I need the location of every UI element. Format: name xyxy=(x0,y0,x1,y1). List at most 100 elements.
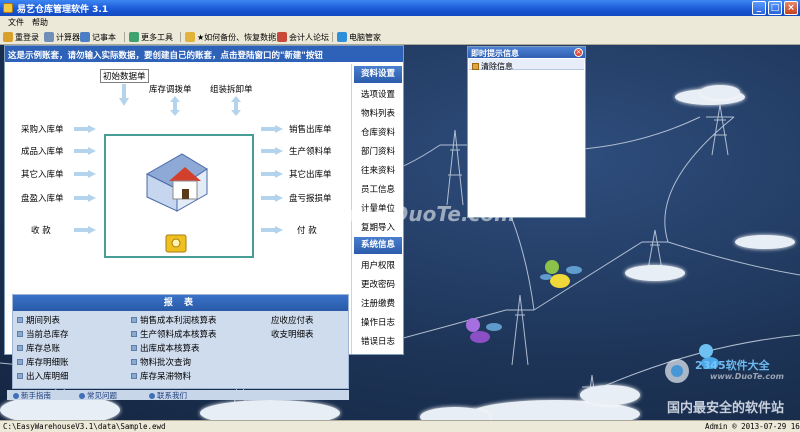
backup-help-button[interactable]: ★如何备份、恢复数据 xyxy=(185,31,276,43)
sidebar-item-warehouses[interactable]: 仓库资料 xyxy=(354,126,402,138)
stock-transfer-entry[interactable]: 库存调拨单 xyxy=(149,83,192,95)
report-stock-ledger[interactable]: 库存总账 xyxy=(17,342,60,354)
toolbar-separator xyxy=(332,32,333,42)
initial-data-entry[interactable]: 初始数据单 xyxy=(100,69,149,83)
toolbar-separator xyxy=(124,32,125,42)
arrow-right xyxy=(261,170,283,178)
pc-manager-label: 电脑管家 xyxy=(349,32,381,42)
sales-out-entry[interactable]: 销售出库单 xyxy=(289,123,332,135)
receipt-entry[interactable]: 收 款 xyxy=(31,224,51,236)
main-panel: 这是示例账套，请勿输入实际数据，要创建自己的账套，点击登陆窗口的"新建"按钮 初… xyxy=(4,45,404,400)
sidebar-item-options[interactable]: 选项设置 xyxy=(354,88,402,100)
report-label: 应收应付表 xyxy=(271,316,314,326)
menu-help[interactable]: 帮助 xyxy=(32,17,48,28)
pc-manager-button[interactable]: 电脑管家 xyxy=(337,31,381,43)
user-datetime: Admin ® 2013-07-29 16:20 xyxy=(705,422,800,431)
faq-link[interactable]: 常见问题 xyxy=(79,390,117,401)
sidebar-item-employees[interactable]: 员工信息 xyxy=(354,183,402,195)
backup-help-label: ★如何备份、恢复数据 xyxy=(197,32,277,42)
cloud xyxy=(420,407,490,420)
close-button[interactable]: × xyxy=(784,1,798,15)
clear-messages-button[interactable]: 清除信息 xyxy=(472,61,513,72)
payment-entry[interactable]: 付 款 xyxy=(297,224,317,236)
notice-close-icon[interactable]: × xyxy=(574,48,583,57)
report-icon xyxy=(17,331,23,337)
notepad-icon xyxy=(80,32,90,42)
surplus-in-entry[interactable]: 盘盈入库单 xyxy=(21,192,64,204)
sidebar-item-permissions[interactable]: 用户权限 xyxy=(354,259,402,271)
cloud xyxy=(580,385,640,405)
link-label: 常见问题 xyxy=(87,391,117,400)
report-production-cost[interactable]: 生产领料成本核算表 xyxy=(131,328,217,340)
loss-entry[interactable]: 盘亏报损单 xyxy=(289,192,332,204)
faq-icon xyxy=(79,392,85,399)
pc-manager-icon xyxy=(337,32,347,42)
link-label: 新手指南 xyxy=(21,391,51,400)
beginner-guide-link[interactable]: 新手指南 xyxy=(13,390,51,401)
report-batch-query[interactable]: 物料批次查询 xyxy=(131,356,191,368)
report-out-cost[interactable]: 出库成本核算表 xyxy=(131,342,200,354)
report-label: 库存明细账 xyxy=(26,358,69,368)
menu-file[interactable]: 文件 xyxy=(8,17,24,28)
calculator-button[interactable]: 计算器 xyxy=(44,31,80,43)
reports-section: 报 表 期间列表 销售成本利润核算表 应收应付表 当前总库存 生产领料成本核算表… xyxy=(12,294,349,389)
power-tower xyxy=(506,294,534,366)
notepad-button[interactable]: 记事本 xyxy=(80,31,116,43)
report-label: 生产领料成本核算表 xyxy=(140,330,217,340)
clear-icon xyxy=(472,63,479,70)
production-pick-entry[interactable]: 生产领料单 xyxy=(289,145,332,157)
sidebar-item-contacts[interactable]: 往来资料 xyxy=(354,164,402,176)
cloud xyxy=(625,265,685,281)
report-income-expense[interactable]: 收支明细表 xyxy=(271,328,314,340)
report-icon xyxy=(17,345,23,351)
sidebar-item-error-log[interactable]: 错误日志 xyxy=(354,335,402,347)
sidebar-item-registration[interactable]: 注册缴费 xyxy=(354,297,402,309)
arrow-right xyxy=(261,226,283,234)
bottom-links: 新手指南 常见问题 联系我们 xyxy=(7,390,349,400)
more-tools-label: 更多工具 xyxy=(141,32,173,42)
sidebar-item-materials[interactable]: 物料列表 xyxy=(354,107,402,119)
forum-button[interactable]: 会计人论坛 xyxy=(277,31,329,43)
calculator-label: 计算器 xyxy=(56,32,80,42)
sidebar-item-operation-log[interactable]: 操作日志 xyxy=(354,316,402,328)
clear-messages-label: 清除信息 xyxy=(481,62,513,71)
report-current-stock[interactable]: 当前总库存 xyxy=(17,328,69,340)
arrow-right xyxy=(261,147,283,155)
notice-title: 即时提示信息 xyxy=(468,47,585,58)
minimize-button[interactable]: _ xyxy=(752,1,766,15)
report-stock-detail[interactable]: 库存明细账 xyxy=(17,356,69,368)
purchase-in-entry[interactable]: 采购入库单 xyxy=(21,123,64,135)
sidebar-item-departments[interactable]: 部门资料 xyxy=(354,145,402,157)
other-in-entry[interactable]: 其它入库单 xyxy=(21,168,64,180)
tools-icon xyxy=(129,32,139,42)
contact-link[interactable]: 联系我们 xyxy=(149,390,187,401)
cloud xyxy=(735,235,795,249)
report-receivable-payable[interactable]: 应收应付表 xyxy=(271,314,314,326)
power-tower xyxy=(440,129,470,206)
calculator-icon xyxy=(44,32,54,42)
power-tower xyxy=(706,104,734,156)
warehouse-house-icon xyxy=(145,153,208,212)
section-data-settings: 资料设置 xyxy=(354,66,402,83)
sidebar-item-change-password[interactable]: 更改密码 xyxy=(354,278,402,290)
report-label: 出库成本核算表 xyxy=(140,344,200,354)
report-stagnant-stock[interactable]: 库存呆滞物料 xyxy=(131,370,191,382)
relogin-button[interactable]: 重登录 xyxy=(3,31,39,43)
report-inout-detail[interactable]: 出入库明细 xyxy=(17,370,69,382)
relogin-label: 重登录 xyxy=(15,32,39,42)
report-period-list[interactable]: 期间列表 xyxy=(17,314,60,326)
report-icon xyxy=(17,317,23,323)
more-tools-button[interactable]: 更多工具 xyxy=(129,31,173,43)
other-out-entry[interactable]: 其它出库单 xyxy=(289,168,332,180)
corner-watermark-url: www.DuoTe.com xyxy=(710,372,784,381)
report-label: 库存呆滞物料 xyxy=(140,372,192,382)
arrow-down xyxy=(119,84,129,106)
report-icon xyxy=(131,331,137,337)
report-icon xyxy=(131,373,137,379)
assembly-entry[interactable]: 组装拆卸单 xyxy=(210,83,253,95)
forum-label: 会计人论坛 xyxy=(289,32,329,42)
report-sales-profit[interactable]: 销售成本利润核算表 xyxy=(131,314,217,326)
maximize-button[interactable]: □ xyxy=(768,1,782,15)
forum-icon xyxy=(277,32,287,42)
product-in-entry[interactable]: 成品入库单 xyxy=(21,145,64,157)
